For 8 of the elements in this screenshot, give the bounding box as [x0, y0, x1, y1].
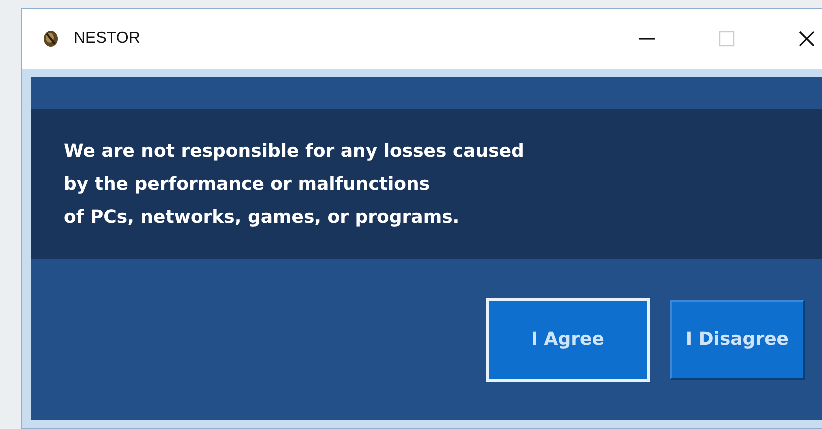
- message-text: by the performance or malfunctions: [64, 172, 432, 196]
- agree-button[interactable]: I Agree: [486, 298, 650, 382]
- close-icon[interactable]: [797, 29, 817, 49]
- window-title: NESTOR: [74, 30, 140, 48]
- app-icon: [42, 30, 60, 48]
- message-text: We are not responsible for any losses caused: [64, 140, 524, 164]
- disagree-button[interactable]: I Disagree: [670, 300, 805, 380]
- message-text: of PCs, networks, games, or programs.: [64, 206, 461, 230]
